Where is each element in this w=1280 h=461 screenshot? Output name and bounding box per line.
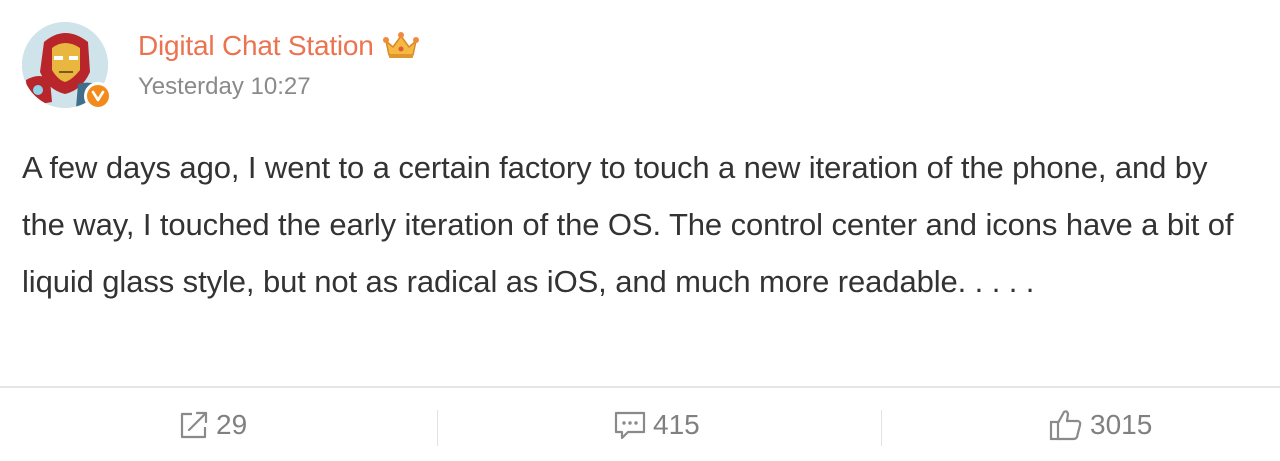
- action-separator: [437, 410, 438, 446]
- verified-badge-icon: [84, 82, 112, 110]
- comment-button[interactable]: 415: [613, 388, 700, 461]
- action-separator: [881, 410, 882, 446]
- repost-button[interactable]: 29: [178, 388, 247, 461]
- author-row: Digital Chat Station: [138, 28, 420, 64]
- post-body-text: A few days ago, I went to a certain fact…: [22, 150, 1234, 299]
- like-button[interactable]: 3015: [1048, 388, 1152, 461]
- avatar-container[interactable]: [22, 22, 114, 114]
- post-action-bar: 29 415 3015: [0, 388, 1280, 461]
- like-count: 3015: [1090, 408, 1153, 440]
- post-timestamp[interactable]: Yesterday 10:27: [138, 73, 311, 101]
- comment-count: 415: [653, 408, 700, 440]
- thumbs-up-icon: [1048, 408, 1084, 442]
- repost-icon: [178, 409, 210, 441]
- comment-icon: [613, 409, 647, 441]
- author-name-link[interactable]: Digital Chat Station: [138, 30, 374, 62]
- crown-icon[interactable]: [382, 31, 420, 61]
- repost-count: 29: [216, 408, 248, 440]
- weibo-post: Digital Chat Station Yesterday 10:27 A f…: [0, 0, 1280, 461]
